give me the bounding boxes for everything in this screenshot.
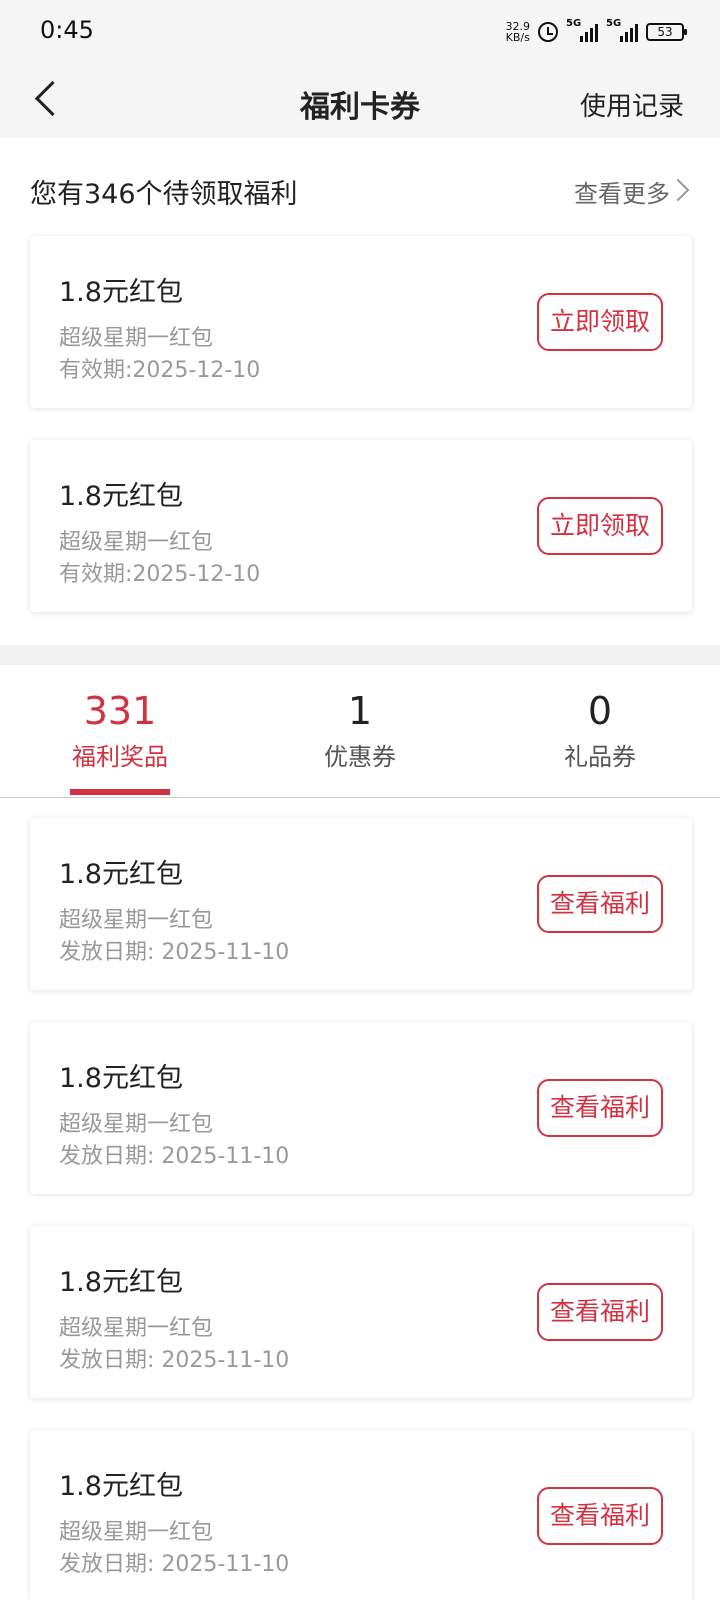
reward-card: 1.8元红包 超级星期一红包 发放日期: 2025-11-10 查看福利: [30, 1226, 692, 1398]
battery-icon: 53: [646, 23, 687, 41]
view-benefit-button[interactable]: 查看福利: [537, 1487, 663, 1545]
tab-count: 0: [587, 689, 613, 733]
card-title: 1.8元红包: [59, 1063, 183, 1094]
status-icons: 32.9 KB/s 5G 5G 53: [505, 18, 687, 46]
card-issue-date: 发放日期: 2025-11-10: [59, 1348, 290, 1373]
chevron-right-icon[interactable]: [666, 178, 690, 202]
status-bar: 0:45 32.9 KB/s 5G 5G 53: [0, 0, 720, 62]
tab-label: 福利奖品: [72, 743, 168, 771]
pending-title: 您有346个待领取福利: [30, 179, 298, 210]
tab-count: 1: [347, 689, 373, 733]
tab-rewards[interactable]: 331 福利奖品: [20, 689, 220, 772]
card-title: 1.8元红包: [59, 1471, 183, 1502]
claim-button[interactable]: 立即领取: [537, 293, 663, 351]
card-title: 1.8元红包: [59, 859, 183, 890]
card-subtitle: 超级星期一红包: [59, 326, 214, 351]
view-benefit-button[interactable]: 查看福利: [537, 1283, 663, 1341]
pending-header: 您有346个待领取福利 查看更多: [30, 170, 690, 210]
card-issue-date: 发放日期: 2025-11-10: [59, 1144, 290, 1169]
nav-bar: 福利卡券 使用记录: [0, 62, 720, 138]
tab-coupons[interactable]: 1 优惠券: [260, 689, 460, 772]
card-subtitle: 超级星期一红包: [59, 1316, 214, 1341]
card-title: 1.8元红包: [59, 277, 183, 308]
card-subtitle: 超级星期一红包: [59, 530, 214, 555]
view-more-link[interactable]: 查看更多: [574, 174, 670, 209]
usage-record-button[interactable]: 使用记录: [580, 86, 684, 123]
card-validity: 有效期:2025-12-10: [59, 358, 261, 383]
signal-icon: 5G: [606, 18, 638, 42]
active-tab-indicator: [70, 789, 170, 795]
card-subtitle: 超级星期一红包: [59, 1520, 214, 1545]
card-issue-date: 发放日期: 2025-11-10: [59, 1552, 290, 1577]
alarm-icon: [538, 22, 558, 42]
pending-card: 1.8元红包 超级星期一红包 有效期:2025-12-10 立即领取: [30, 440, 692, 612]
signal-icon: 5G: [566, 18, 598, 42]
card-title: 1.8元红包: [59, 1267, 183, 1298]
section-divider: [0, 645, 720, 665]
claim-button[interactable]: 立即领取: [537, 497, 663, 555]
status-time: 0:45: [40, 16, 94, 44]
view-benefit-button[interactable]: 查看福利: [537, 1079, 663, 1137]
view-benefit-button[interactable]: 查看福利: [537, 875, 663, 933]
pending-card: 1.8元红包 超级星期一红包 有效期:2025-12-10 立即领取: [30, 236, 692, 408]
card-validity: 有效期:2025-12-10: [59, 562, 261, 587]
network-speed: 32.9 KB/s: [505, 20, 531, 44]
tab-label: 优惠券: [324, 743, 396, 771]
card-subtitle: 超级星期一红包: [59, 908, 214, 933]
card-subtitle: 超级星期一红包: [59, 1112, 214, 1137]
tab-gift-vouchers[interactable]: 0 礼品券: [500, 689, 700, 772]
card-title: 1.8元红包: [59, 481, 183, 512]
tab-bar: 331 福利奖品 1 优惠券 0 礼品券: [0, 665, 720, 798]
reward-card: 1.8元红包 超级星期一红包 发放日期: 2025-11-10 查看福利: [30, 1022, 692, 1194]
tab-count: 331: [83, 689, 157, 733]
reward-card: 1.8元红包 超级星期一红包 发放日期: 2025-11-10 查看福利: [30, 818, 692, 990]
tab-label: 礼品券: [564, 743, 636, 771]
reward-card: 1.8元红包 超级星期一红包 发放日期: 2025-11-10 查看福利: [30, 1430, 692, 1600]
card-issue-date: 发放日期: 2025-11-10: [59, 940, 290, 965]
